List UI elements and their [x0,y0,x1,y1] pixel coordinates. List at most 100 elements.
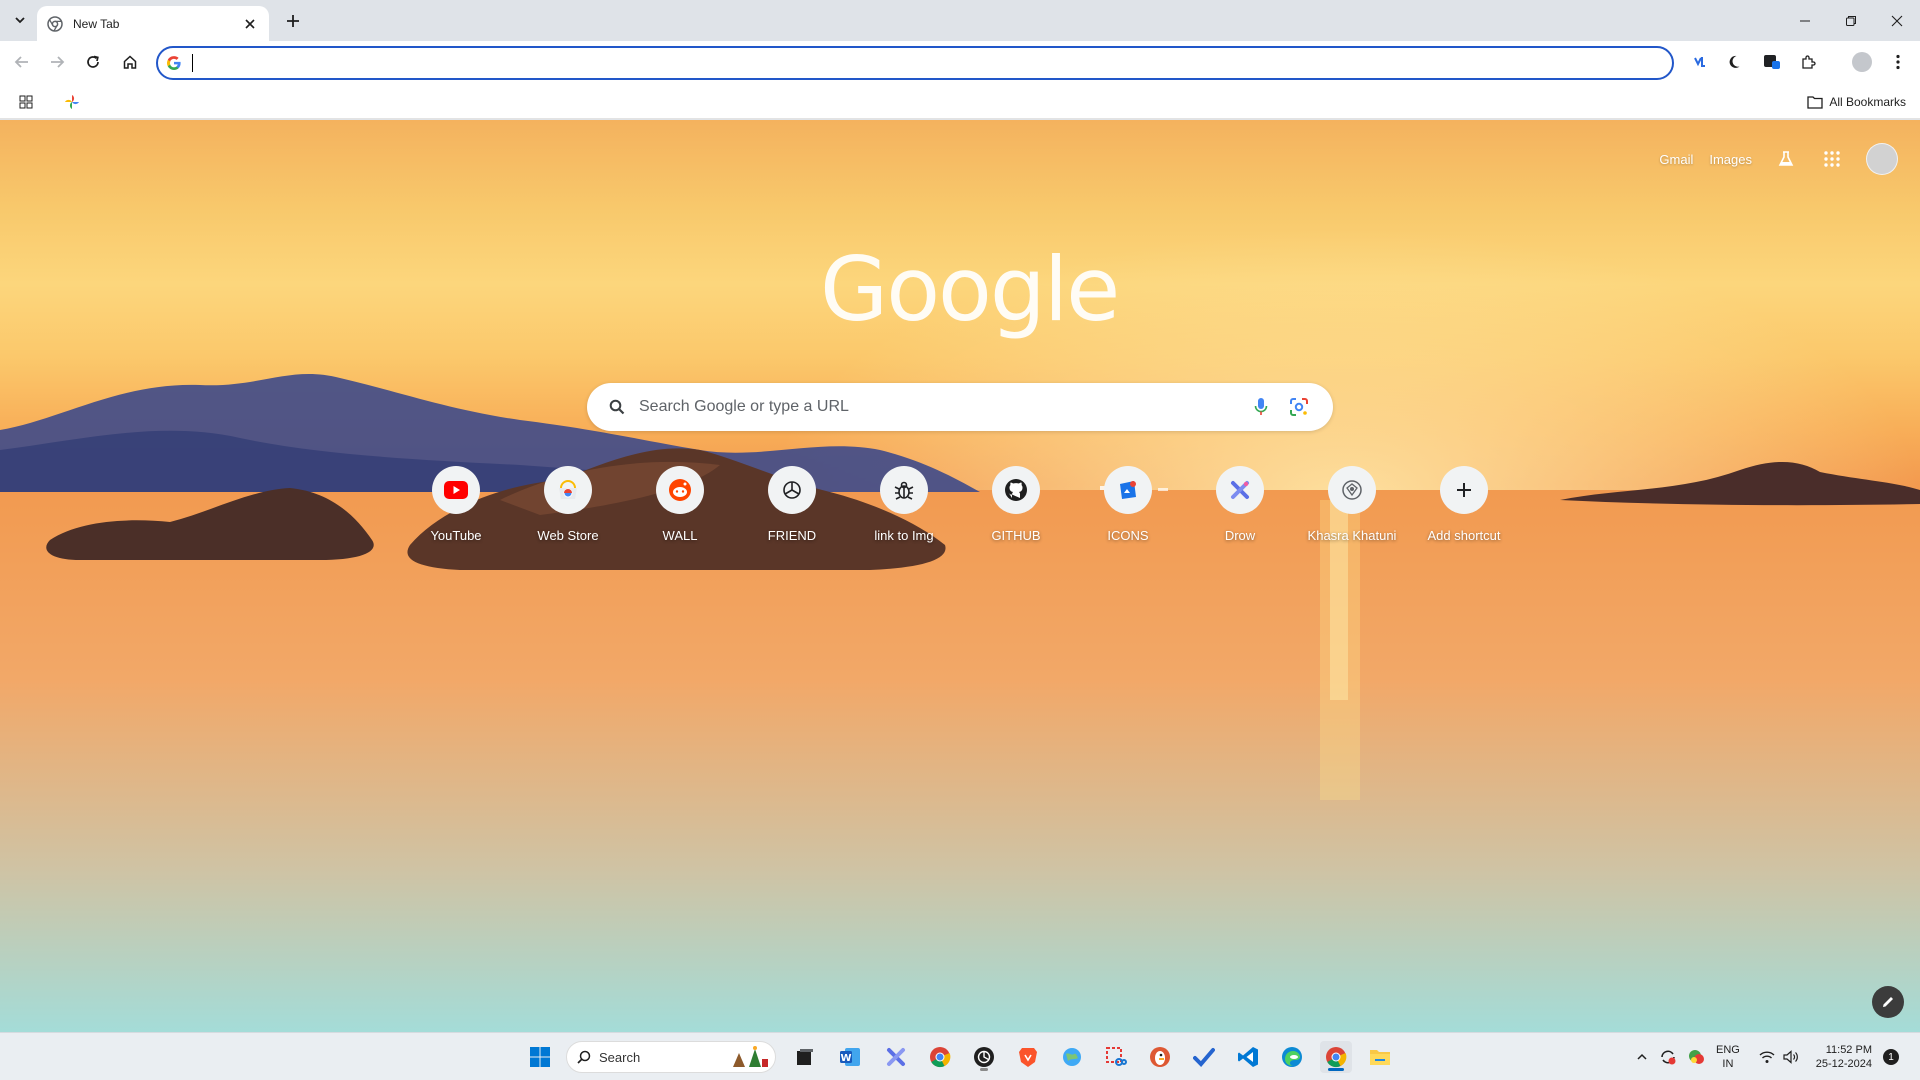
bookmark-google-photos[interactable] [60,90,84,114]
arrow-right-icon [51,56,65,68]
shortcut-tile[interactable]: Web Store [512,465,624,565]
all-bookmarks-button[interactable]: All Bookmarks [1807,90,1906,114]
taskbar-duckduckgo[interactable] [1144,1041,1176,1073]
ntp-search-box[interactable] [587,383,1333,431]
region-code: IN [1722,1058,1734,1070]
customize-chrome-button[interactable] [1872,986,1904,1018]
minimize-icon [1800,20,1810,21]
shortcut-icon-bubble [992,466,1040,514]
ntp-top-links: Gmail Images [1643,143,1898,175]
globe-app-icon [1063,1048,1081,1066]
wifi-icon [1759,1051,1775,1063]
chrome-menu-button[interactable] [1882,46,1914,78]
reload-button[interactable] [77,46,109,78]
restore-button[interactable] [1828,0,1874,41]
arrow-left-icon [14,56,28,68]
google-apps-icon[interactable] [1820,147,1844,171]
windows-logo-icon [530,1047,550,1067]
taskbar-search[interactable]: Search [566,1041,776,1073]
taskbar-chatgpt[interactable] [968,1041,1000,1073]
openai-icon [783,481,801,499]
add-shortcut-tile[interactable]: Add shortcut [1408,465,1520,565]
forward-button[interactable] [41,46,73,78]
dark-mode-button[interactable] [1720,46,1752,78]
extension-button[interactable] [1756,46,1788,78]
puzzle-icon [1802,55,1816,69]
taskbar-file-explorer[interactable] [1364,1041,1396,1073]
shortcut-tile[interactable]: YouTube [400,465,512,565]
taskbar-todo[interactable] [1188,1041,1220,1073]
home-button[interactable] [114,46,146,78]
extension-translate-button[interactable] [1684,46,1716,78]
shortcut-label: YouTube [430,528,482,543]
close-tab-icon[interactable] [241,15,259,33]
new-tab-button[interactable] [280,8,306,34]
running-indicator [980,1068,988,1071]
tab-new-tab[interactable]: New Tab [37,6,269,41]
shortcut-icon-bubble [1328,466,1376,514]
taskbar-edge[interactable] [1276,1041,1308,1073]
shortcut-tile[interactable]: Drow [1184,465,1296,565]
taskbar-chrome[interactable] [924,1041,956,1073]
gmail-link[interactable]: Gmail [1659,152,1693,167]
toolbar [0,41,1920,83]
shortcut-label: link to Img [874,528,934,543]
tray-wifi[interactable] [1756,1041,1778,1073]
icons-app-icon [1120,481,1136,499]
shortcut-label: GITHUB [991,528,1041,543]
moon-icon [1729,55,1740,68]
bookmarks-bar: All Bookmarks [0,83,1920,119]
search-labs-icon[interactable] [1774,147,1798,171]
taskbar-snipping-tool[interactable] [1100,1041,1132,1073]
shortcut-icon-bubble [1440,466,1488,514]
ntp-search-input[interactable] [639,398,1237,416]
christmas-highlight-icon [733,1046,768,1067]
taskbar-vscode[interactable] [1232,1041,1264,1073]
shortcut-tile[interactable]: link to Img [848,465,960,565]
tray-volume[interactable] [1780,1041,1802,1073]
taskbar-draw-app[interactable] [880,1041,912,1073]
search-icon [577,1050,591,1064]
taskbar-brave[interactable] [1012,1041,1044,1073]
taskbar-chrome-active[interactable] [1320,1041,1352,1073]
system-clock[interactable]: 11:52 PM 25-12-2024 [1810,1043,1872,1071]
address-bar[interactable] [156,46,1674,80]
tray-sync-icon[interactable] [1656,1041,1680,1073]
plus-icon [287,15,299,27]
start-button[interactable] [524,1041,556,1073]
all-bookmarks-label: All Bookmarks [1829,95,1906,109]
extensions-menu-button[interactable] [1792,46,1824,78]
shortcut-label: FRIEND [767,528,817,543]
minimize-button[interactable] [1782,0,1828,41]
taskbar-word[interactable]: W [834,1041,866,1073]
shortcut-tile[interactable]: FRIEND [736,465,848,565]
tab-search-button[interactable] [8,8,32,32]
notification-badge[interactable]: 1 [1883,1049,1899,1065]
new-tab-page: Gmail Images Google YouTube [0,120,1920,1032]
taskbar-app-globe[interactable] [1056,1041,1088,1073]
omnibox-input[interactable] [193,55,1672,71]
tray-app-icon[interactable] [1684,1041,1708,1073]
apps-shortcut[interactable] [14,90,38,114]
back-button[interactable] [6,46,38,78]
chrome-icon [1326,1047,1347,1068]
shortcut-tile[interactable]: GITHUB [960,465,1072,565]
github-icon [1005,479,1027,501]
profile-button[interactable] [1846,46,1878,78]
task-view-button[interactable] [789,1041,821,1073]
language-indicator[interactable]: ENG IN [1716,1043,1740,1071]
shortcut-tile[interactable]: Khasra Khatuni [1296,465,1408,565]
close-window-button[interactable] [1874,0,1920,41]
shortcut-tile[interactable]: WALL [624,465,736,565]
account-avatar[interactable] [1866,143,1898,175]
tab-strip: New Tab [0,0,1920,41]
tray-overflow-button[interactable] [1632,1041,1652,1073]
plus-icon [1457,483,1471,497]
svg-text:W: W [840,1053,851,1064]
shortcut-tile[interactable]: ICONS [1072,465,1184,565]
shortcut-icon-bubble [880,466,928,514]
google-g-icon [167,56,181,70]
voice-search-icon[interactable] [1247,393,1275,421]
images-link[interactable]: Images [1709,152,1752,167]
lens-search-icon[interactable] [1285,393,1313,421]
